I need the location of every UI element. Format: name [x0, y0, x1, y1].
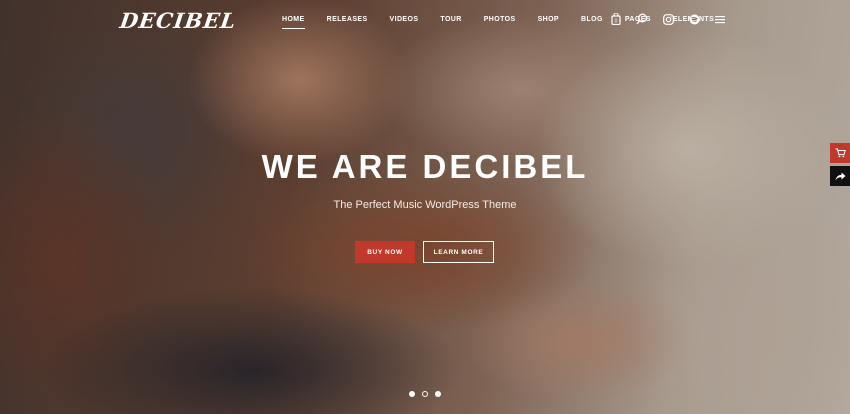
- slider-dot[interactable]: [435, 391, 441, 397]
- nav-item-photos[interactable]: PHOTOS: [484, 16, 516, 23]
- menu-icon[interactable]: [714, 13, 726, 25]
- nav-item-home[interactable]: HOME: [282, 16, 305, 29]
- cart-icon[interactable]: [830, 143, 850, 163]
- header-icons: 0: [610, 13, 740, 25]
- share-icon[interactable]: [830, 166, 850, 186]
- learn-more-button[interactable]: LEARN MORE: [423, 241, 494, 263]
- buy-now-button[interactable]: BUY NOW: [355, 241, 415, 263]
- slider-pagination: [409, 391, 448, 397]
- site-logo[interactable]: DECIBEL: [118, 8, 238, 33]
- hero-section: DECIBEL HOME RELEASES VIDEOS TOUR PHOTOS…: [0, 0, 850, 414]
- hero-title: WE ARE DECIBEL: [261, 148, 589, 185]
- shopping-bag-icon[interactable]: 0: [610, 13, 622, 25]
- nav-item-videos[interactable]: VIDEOS: [390, 16, 419, 23]
- nav-item-blog[interactable]: BLOG: [581, 16, 603, 23]
- search-icon[interactable]: [636, 13, 648, 25]
- instagram-icon[interactable]: [662, 13, 674, 25]
- nav-item-releases[interactable]: RELEASES: [327, 16, 368, 23]
- hero-subtitle: The Perfect Music WordPress Theme: [333, 199, 517, 211]
- spotify-icon[interactable]: [688, 13, 700, 25]
- svg-text:0: 0: [615, 19, 618, 25]
- slider-dot-active[interactable]: [422, 391, 428, 397]
- top-navigation-bar: DECIBEL HOME RELEASES VIDEOS TOUR PHOTOS…: [0, 0, 850, 44]
- nav-item-tour[interactable]: TOUR: [440, 16, 461, 23]
- nav-item-shop[interactable]: SHOP: [538, 16, 559, 23]
- slider-dot[interactable]: [409, 391, 415, 397]
